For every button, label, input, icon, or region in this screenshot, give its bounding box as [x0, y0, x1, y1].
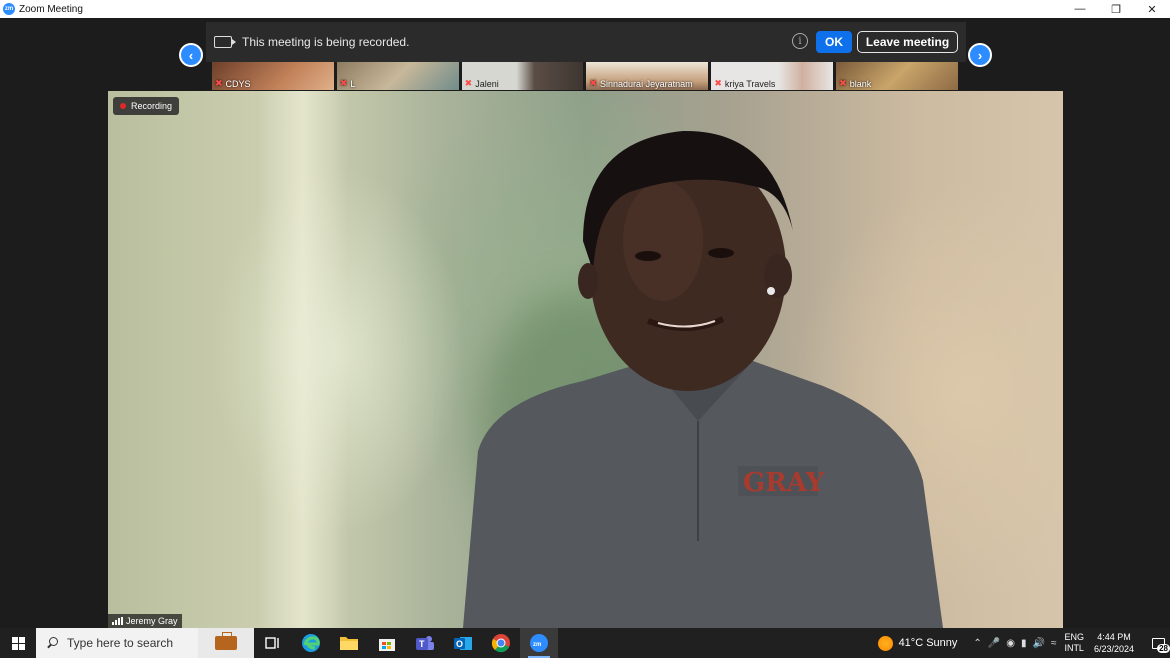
teams-icon: T	[416, 636, 434, 650]
muted-mic-icon: ✖	[215, 78, 223, 88]
keyboard-layout: INTL	[1064, 643, 1084, 653]
speaker-name: Jeremy Gray	[126, 616, 178, 626]
language-indicator[interactable]: ENG INTL	[1064, 632, 1084, 654]
recording-notice-text: This meeting is being recorded.	[242, 35, 410, 49]
restore-button[interactable]: ❐	[1098, 0, 1134, 18]
svg-text:T: T	[419, 639, 425, 649]
participant-label: ✖ CDYS	[215, 78, 251, 89]
participant-name: L	[350, 78, 356, 89]
folder-icon	[340, 637, 358, 650]
participant-thumbnail[interactable]: ✖ CDYS	[212, 62, 334, 90]
microphone-icon[interactable]: 🎤	[988, 638, 1000, 649]
muted-mic-icon: ✖	[714, 78, 722, 88]
participant-thumbnail[interactable]: ✖ L	[336, 62, 459, 90]
previous-page-button[interactable]: ‹	[179, 43, 203, 67]
participant-label: ✖ Jaleni	[465, 78, 499, 89]
camera-icon[interactable]: ◉	[1006, 638, 1015, 649]
ok-button[interactable]: OK	[816, 31, 852, 53]
start-button[interactable]	[0, 628, 36, 658]
taskbar-search-box[interactable]: Type here to search	[36, 628, 254, 658]
store-icon	[379, 639, 395, 651]
search-highlight-briefcase-icon[interactable]	[198, 628, 254, 658]
task-view-icon	[265, 637, 279, 649]
info-icon[interactable]: i	[792, 33, 808, 49]
system-tray: 41°C Sunny ⌃ 🎤 ◉ ▮ 🔊 ≈ ENG INTL 4:44 PM …	[877, 628, 1170, 658]
shirt-logo-text: GRAY	[743, 468, 825, 498]
language-code: ENG	[1064, 632, 1084, 642]
recording-dot-icon	[120, 103, 126, 109]
recording-camera-icon	[214, 36, 236, 48]
battery-icon[interactable]: ▮	[1021, 638, 1027, 649]
microsoft-store-button[interactable]	[368, 628, 406, 658]
participant-name: Jaleni	[475, 78, 499, 89]
participant-label: ✖ blank	[839, 78, 871, 89]
search-icon	[46, 637, 58, 649]
muted-mic-icon: ✖	[464, 78, 473, 88]
sun-icon	[877, 635, 893, 651]
zoom-icon: zm	[530, 634, 548, 652]
chevron-up-icon[interactable]: ⌃	[973, 638, 981, 649]
notification-center-button[interactable]: 28	[1146, 628, 1170, 658]
windows-logo-icon	[11, 636, 25, 650]
edge-icon	[302, 634, 320, 652]
file-explorer-button[interactable]	[330, 628, 368, 658]
speaker-video: GRAY	[108, 91, 1063, 628]
clock-time: 4:44 PM	[1097, 632, 1131, 642]
volume-icon[interactable]: 🔊	[1032, 638, 1044, 649]
svg-text:O: O	[456, 639, 463, 649]
recording-indicator[interactable]: Recording	[113, 97, 179, 115]
window-title: Zoom Meeting	[19, 3, 83, 15]
search-placeholder: Type here to search	[67, 636, 174, 650]
task-view-button[interactable]	[254, 628, 292, 658]
participant-thumbnail[interactable]: ✖ Sinnadurai Jeyaratnam	[586, 62, 709, 90]
participant-label: ✖ kriya Travels	[714, 78, 775, 89]
windows-taskbar: Type here to search T O zm 41°C Sunny ⌃ …	[0, 628, 1170, 658]
edge-browser-button[interactable]	[292, 628, 330, 658]
notification-count: 28	[1157, 644, 1170, 653]
muted-mic-icon: ✖	[339, 78, 348, 88]
speaker-name-tag: Jeremy Gray	[108, 614, 182, 628]
background-light	[258, 91, 348, 628]
window-controls: — ❐ ✕	[1062, 0, 1170, 18]
outlook-icon: O	[454, 637, 472, 650]
weather-text: 41°C Sunny	[898, 637, 958, 649]
chevron-left-icon: ‹	[188, 47, 194, 63]
participant-name: Sinnadurai Jeyaratnam	[600, 78, 693, 89]
recording-label: Recording	[131, 101, 173, 111]
leave-meeting-button[interactable]: Leave meeting	[857, 31, 958, 53]
minimize-button[interactable]: —	[1062, 0, 1098, 18]
signal-strength-icon	[112, 617, 123, 625]
participant-strip: ✖ CDYS ✖ L ✖ Jaleni ✖ Sinnadurai Jeyaratnam …	[212, 62, 958, 90]
chrome-button[interactable]	[482, 628, 520, 658]
recording-notice-banner: This meeting is being recorded. i OK Lea…	[206, 22, 966, 62]
tray-icons: ⌃ 🎤 ◉ ▮ 🔊 ≈	[973, 638, 1056, 649]
participant-label: ✖ Sinnadurai Jeyaratnam	[589, 78, 692, 89]
clock[interactable]: 4:44 PM 6/23/2024	[1094, 631, 1134, 655]
chevron-right-icon: ›	[977, 47, 983, 63]
next-page-button[interactable]: ›	[968, 43, 992, 67]
outlook-button[interactable]: O	[444, 628, 482, 658]
participant-name: kriya Travels	[724, 78, 776, 89]
chrome-icon	[491, 634, 510, 653]
participant-name: CDYS	[225, 78, 251, 89]
zoom-app-icon: zm	[3, 3, 15, 15]
close-button[interactable]: ✕	[1134, 0, 1170, 18]
title-bar: zm Zoom Meeting — ❐ ✕	[0, 0, 1170, 18]
weather-widget[interactable]: 41°C Sunny	[877, 635, 958, 651]
speaker-figure: GRAY	[463, 130, 943, 628]
participant-thumbnail[interactable]: ✖ Jaleni	[461, 62, 584, 90]
teams-button[interactable]: T	[406, 628, 444, 658]
svg-text:zm: zm	[533, 642, 541, 648]
participant-thumbnail[interactable]: ✖ kriya Travels	[711, 62, 834, 90]
participant-name: blank	[849, 78, 872, 89]
muted-mic-icon: ✖	[589, 78, 598, 88]
clock-date: 6/23/2024	[1093, 644, 1134, 654]
zoom-taskbar-button[interactable]: zm	[520, 628, 558, 658]
participant-label: ✖ L	[340, 78, 356, 89]
participant-thumbnail[interactable]: ✖ blank	[836, 62, 958, 90]
wifi-icon[interactable]: ≈	[1051, 638, 1057, 649]
muted-mic-icon: ✖	[839, 78, 847, 88]
